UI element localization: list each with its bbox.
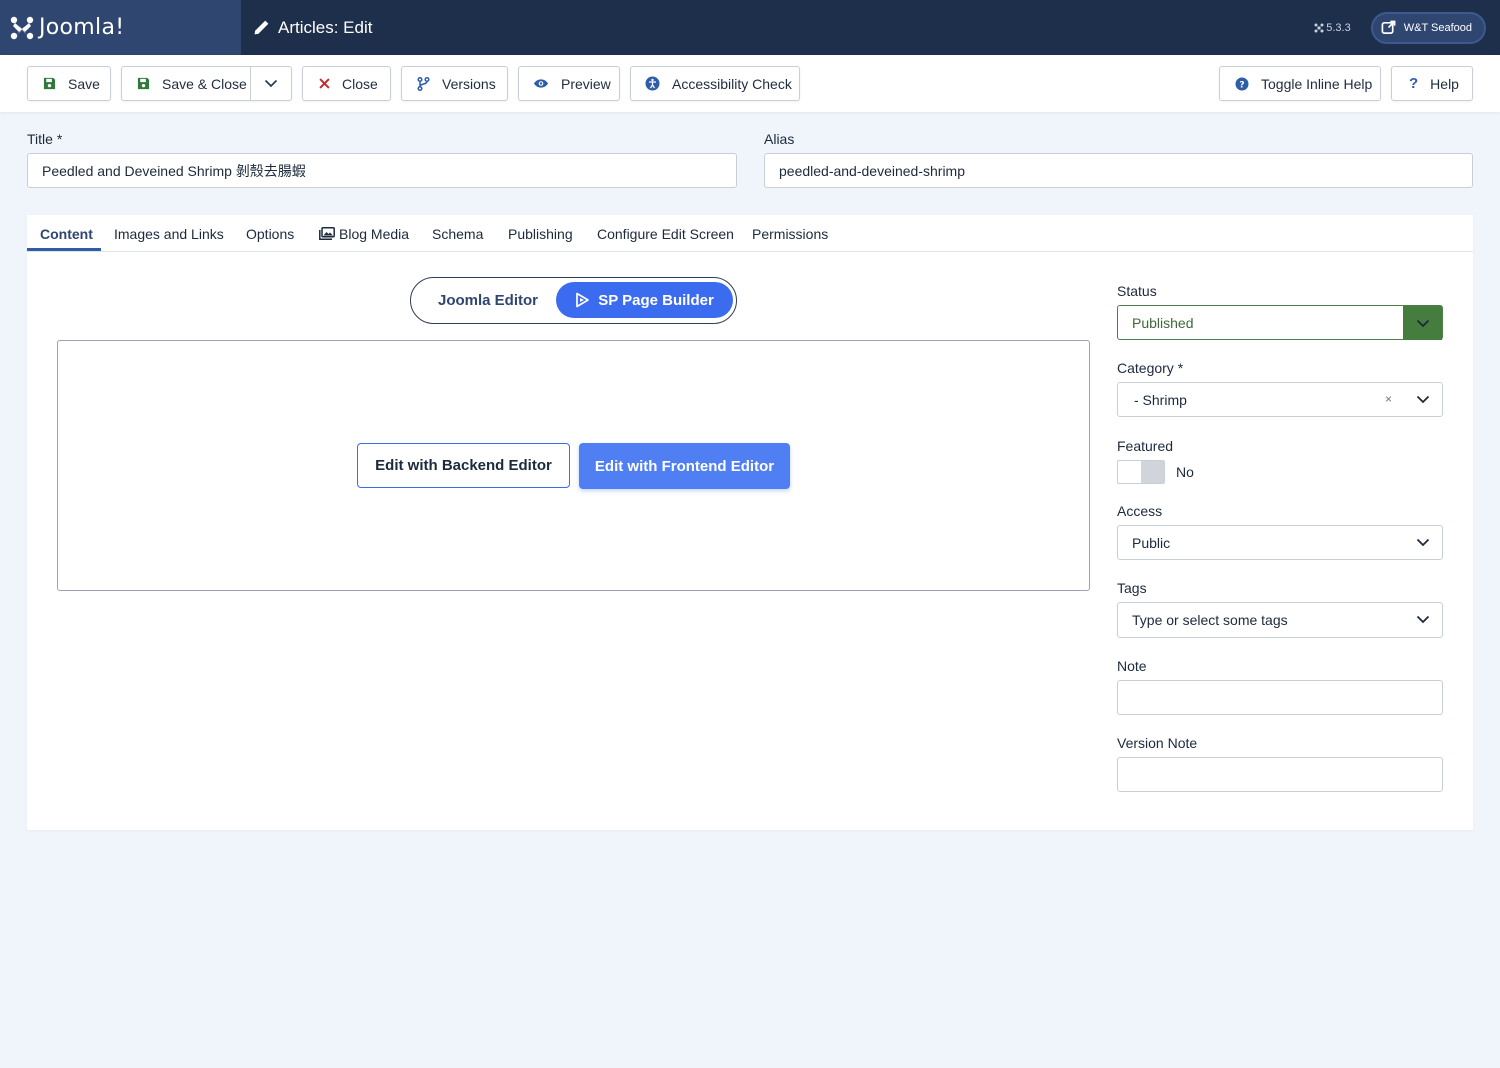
images-icon (319, 227, 335, 240)
toggle-inline-help-button[interactable]: ? Toggle Inline Help (1219, 66, 1381, 101)
versions-label: Versions (442, 75, 496, 92)
eye-icon (533, 78, 549, 89)
joomla-small-icon (1314, 23, 1324, 32)
page-builder-area (57, 340, 1090, 591)
page-title-text: Articles: Edit (278, 17, 373, 37)
tab-publishing[interactable]: Publishing (508, 215, 573, 252)
chevron-down-icon (264, 79, 278, 88)
tags-placeholder: Type or select some tags (1132, 612, 1288, 628)
tab-label: Schema (432, 225, 484, 242)
close-icon (319, 78, 330, 89)
version-text: 5.3.3 (1326, 21, 1351, 34)
header-right: 5.3.3 W&T Seafood (1314, 0, 1486, 55)
status-label: Status (1117, 283, 1157, 299)
pencil-icon (254, 20, 269, 35)
edit-backend-button[interactable]: Edit with Backend Editor (357, 443, 570, 488)
site-name: W&T Seafood (1403, 21, 1472, 34)
question-icon: ? (1409, 75, 1419, 92)
save-options-dropdown[interactable] (250, 67, 291, 100)
access-value: Public (1132, 534, 1171, 551)
version-note-input[interactable] (1117, 757, 1443, 792)
clear-icon[interactable]: × (1385, 392, 1392, 406)
tab-label: Images and Links (114, 225, 224, 242)
joomla-logo[interactable]: Joomla! (0, 0, 241, 55)
accessibility-check-button[interactable]: Accessibility Check (630, 66, 800, 101)
page-title: Articles: Edit (253, 18, 372, 38)
external-link-icon (1381, 20, 1396, 34)
tab-blog-media[interactable]: Blog Media (319, 215, 409, 252)
tab-label: Options (246, 225, 295, 242)
editor-switch: Joomla Editor SP Page Builder (410, 277, 737, 324)
tab-configure-edit-screen[interactable]: Configure Edit Screen (597, 215, 734, 252)
note-label: Note (1117, 658, 1147, 674)
code-branch-icon (417, 76, 430, 91)
chevron-down-icon (1403, 383, 1442, 416)
tags-select[interactable]: Type or select some tags (1117, 602, 1443, 638)
tab-schema[interactable]: Schema (432, 215, 483, 252)
alias-label: Alias (764, 131, 795, 147)
app-header: Joomla! Articles: Edit 5.3.3 W&T Seafood (0, 0, 1500, 55)
chevron-down-icon (1403, 526, 1442, 559)
sp-page-builder-option[interactable]: SP Page Builder (556, 282, 733, 318)
note-input[interactable] (1117, 680, 1443, 715)
tags-label: Tags (1117, 580, 1147, 596)
help-label: Help (1430, 75, 1459, 92)
save-icon (137, 77, 150, 90)
version-note-label: Version Note (1117, 735, 1198, 751)
toggle-knob (1141, 461, 1164, 483)
joomla-editor-option[interactable]: Joomla Editor (438, 278, 538, 322)
toggle-help-label: Toggle Inline Help (1261, 75, 1373, 92)
category-select[interactable]: - Shrimp × (1117, 382, 1443, 417)
toolbar: Save Save & Close Close Versions Preview… (0, 55, 1500, 112)
joomla-version: 5.3.3 (1314, 21, 1351, 34)
title-input[interactable]: Peedled and Deveined Shrimp 剝殼去腸蝦 (27, 153, 737, 188)
question-circle-icon: ? (1235, 77, 1249, 91)
category-value: - Shrimp (1134, 391, 1187, 408)
access-select[interactable]: Public (1117, 525, 1443, 560)
featured-value: No (1176, 464, 1194, 480)
status-value: Published (1132, 314, 1194, 331)
help-button[interactable]: ? Help (1391, 66, 1473, 101)
featured-toggle[interactable] (1117, 460, 1165, 484)
joomla-logo-icon (10, 16, 34, 39)
save-label: Save (68, 75, 100, 92)
category-label: Category * (1117, 360, 1184, 376)
accessibility-label: Accessibility Check (672, 75, 792, 92)
tab-images-and-links[interactable]: Images and Links (114, 215, 224, 252)
status-select[interactable]: Published (1117, 305, 1443, 340)
versions-button[interactable]: Versions (401, 66, 508, 101)
tab-options[interactable]: Options (246, 215, 294, 252)
save-close-label: Save & Close (162, 75, 247, 92)
close-button[interactable]: Close (302, 66, 391, 101)
save-close-button[interactable]: Save & Close (121, 66, 292, 101)
tab-label: Publishing (508, 225, 573, 242)
universal-access-icon (645, 76, 660, 91)
save-icon (43, 77, 56, 90)
preview-label: Preview (561, 75, 611, 92)
tab-content[interactable]: Content (40, 215, 93, 252)
preview-button[interactable]: Preview (518, 66, 620, 101)
chevron-down-icon (1403, 603, 1442, 636)
active-tab-indicator (27, 248, 101, 251)
featured-label: Featured (1117, 438, 1174, 454)
tab-label: Blog Media (339, 225, 410, 242)
sp-page-builder-icon (576, 292, 590, 308)
access-label: Access (1117, 503, 1163, 519)
tab-permissions[interactable]: Permissions (752, 215, 828, 252)
svg-text:?: ? (1239, 80, 1244, 90)
logo-text: Joomla! (39, 15, 125, 40)
save-button[interactable]: Save (27, 66, 111, 101)
tab-label: Permissions (752, 225, 829, 242)
tab-bar: Content Images and Links Options Blog Me… (27, 215, 1473, 252)
edit-frontend-button[interactable]: Edit with Frontend Editor (579, 443, 790, 489)
tab-label: Configure Edit Screen (597, 225, 734, 242)
sp-page-builder-label: SP Page Builder (598, 291, 714, 309)
tab-label: Content (40, 225, 93, 242)
close-label: Close (342, 75, 378, 92)
alias-input[interactable]: peedled-and-deveined-shrimp (764, 153, 1473, 188)
chevron-down-icon (1403, 306, 1442, 340)
title-label: Title * (27, 131, 63, 147)
view-site-button[interactable]: W&T Seafood (1370, 11, 1486, 44)
